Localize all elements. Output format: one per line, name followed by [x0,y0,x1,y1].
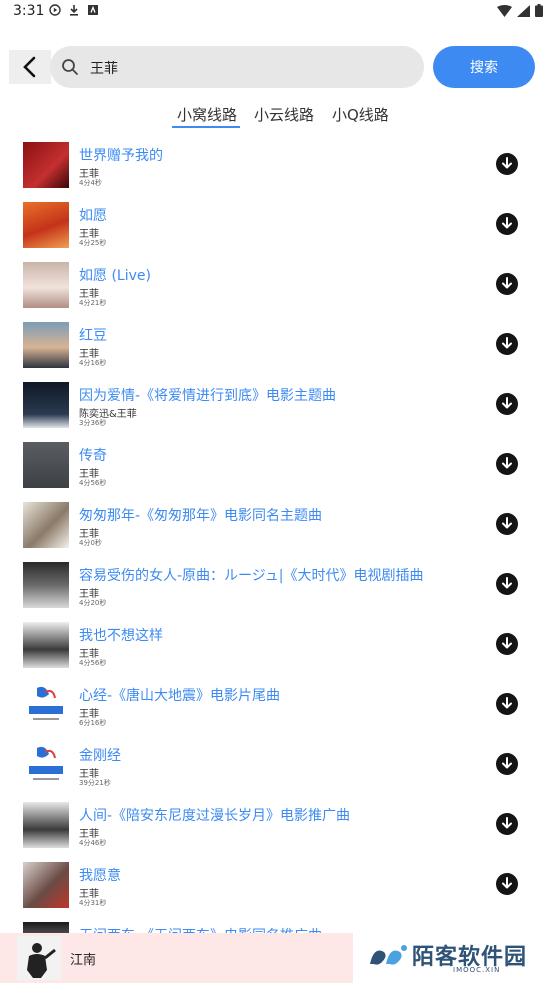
album-cover [23,142,69,188]
song-title[interactable]: 如愿 (Live) [79,265,151,285]
download-icon[interactable] [496,333,518,355]
song-duration: 4分0秒 [79,539,102,547]
search-icon [62,59,78,75]
chevron-left-icon [23,56,36,78]
download-icon[interactable] [496,753,518,775]
song-title[interactable]: 我愿意 [79,865,121,885]
album-cover [23,502,69,548]
song-duration: 39分21秒 [79,779,111,787]
download-icon[interactable] [496,393,518,415]
back-button[interactable] [9,50,51,84]
download-icon[interactable] [496,633,518,655]
song-duration: 4分56秒 [79,659,107,667]
album-cover [23,442,69,488]
song-title[interactable]: 匆匆那年-《匆匆那年》电影同名主题曲 [79,505,322,525]
song-duration: 4分16秒 [79,359,107,367]
now-playing-title: 江南 [70,953,97,968]
song-row[interactable]: 传奇 王菲 4分56秒 [0,440,553,500]
song-title[interactable]: 容易受伤的女人-原曲：ルージュ|《大时代》电视剧插曲 [79,565,424,585]
now-playing-cover [17,936,61,980]
song-duration: 4分31秒 [79,899,107,907]
wifi-icon [497,4,512,17]
song-duration: 4分21秒 [79,299,107,307]
search-field[interactable] [50,46,424,90]
song-row[interactable]: 我愿意 王菲 4分31秒 [0,860,553,920]
album-cover [23,562,69,608]
search-bar: 搜索 [0,44,553,90]
download-icon[interactable] [496,813,518,835]
song-row[interactable]: 金刚经 王菲 39分21秒 [0,740,553,800]
song-row[interactable]: 如愿 (Live) 王菲 4分21秒 [0,260,553,320]
search-button[interactable]: 搜索 [433,46,535,88]
active-tab-indicator [172,126,240,128]
song-duration: 4分20秒 [79,599,107,607]
search-input[interactable] [88,46,412,90]
song-row[interactable]: 匆匆那年-《匆匆那年》电影同名主题曲 王菲 4分0秒 [0,500,553,560]
album-cover [23,622,69,668]
album-cover [23,262,69,308]
song-duration: 4分56秒 [79,479,107,487]
album-cover [23,322,69,368]
song-row[interactable]: 世界赠予我的 王菲 4分4秒 [0,140,553,200]
status-time: 3:31 [13,3,45,19]
download-icon[interactable] [496,513,518,535]
song-row[interactable]: 如愿 王菲 4分25秒 [0,200,553,260]
song-title[interactable]: 世界赠予我的 [79,145,163,165]
album-cover [23,742,69,788]
now-playing-bar[interactable]: 江南 陌客软件园 IMOOC.XIN [0,933,553,983]
song-duration: 4分4秒 [79,179,102,187]
now-playing-panel[interactable]: 江南 [0,933,353,983]
song-duration: 4分25秒 [79,239,107,247]
song-title[interactable]: 传奇 [79,445,107,465]
song-duration: 6分16秒 [79,719,107,727]
song-title[interactable]: 我也不想这样 [79,625,163,645]
download-icon[interactable] [496,213,518,235]
album-cover [23,202,69,248]
song-row[interactable]: 人间-《陪安东尼度过漫长岁月》电影推广曲 王菲 4分46秒 [0,800,553,860]
media-play-icon [49,4,61,16]
app-notification-icon [88,5,98,15]
song-title[interactable]: 红豆 [79,325,107,345]
album-cover [23,382,69,428]
status-notification-icons [49,4,99,16]
song-row[interactable]: 容易受伤的女人-原曲：ルージュ|《大时代》电视剧插曲 王菲 4分20秒 [0,560,553,620]
album-cover [23,862,69,908]
song-row[interactable]: 心经-《唐山大地震》电影片尾曲 王菲 6分16秒 [0,680,553,740]
tab-xiaoyun[interactable]: 小云线路 [254,104,314,125]
song-title[interactable]: 人间-《陪安东尼度过漫长岁月》电影推广曲 [79,805,350,825]
song-title[interactable]: 心经-《唐山大地震》电影片尾曲 [79,685,280,705]
song-row[interactable]: 红豆 王菲 4分16秒 [0,320,553,380]
song-title[interactable]: 如愿 [79,205,107,225]
song-row[interactable]: 因为爱情-《将爱情进行到底》电影主题曲 陈奕迅&王菲 3分36秒 [0,380,553,440]
song-duration: 3分36秒 [79,419,107,427]
song-duration: 4分46秒 [79,839,107,847]
soundtrack-logo-icon [29,746,63,780]
watermark-subtitle: IMOOC.XIN [453,966,501,974]
album-cover [23,682,69,728]
tab-xiaoq[interactable]: 小Q线路 [332,104,389,125]
album-cover [23,802,69,848]
download-icon[interactable] [496,453,518,475]
album-art-icon [17,936,61,980]
song-title[interactable]: 金刚经 [79,745,121,765]
signal-icon [517,4,530,17]
status-system-icons [497,4,543,17]
download-icon[interactable] [496,693,518,715]
song-title[interactable]: 因为爱情-《将爱情进行到底》电影主题曲 [79,385,336,405]
download-icon[interactable] [496,873,518,895]
download-notification-icon [70,5,78,16]
tab-xiaowo[interactable]: 小窝线路 [177,104,237,125]
download-icon[interactable] [496,273,518,295]
song-row[interactable]: 我也不想这样 王菲 4分56秒 [0,620,553,680]
source-tabs: 小窝线路 小云线路 小Q线路 [0,100,553,130]
status-bar: 3:31 [0,0,553,26]
watermark-logo-icon [370,945,407,965]
battery-icon [535,4,543,17]
soundtrack-logo-icon [29,686,63,720]
download-icon[interactable] [496,153,518,175]
download-icon[interactable] [496,573,518,595]
